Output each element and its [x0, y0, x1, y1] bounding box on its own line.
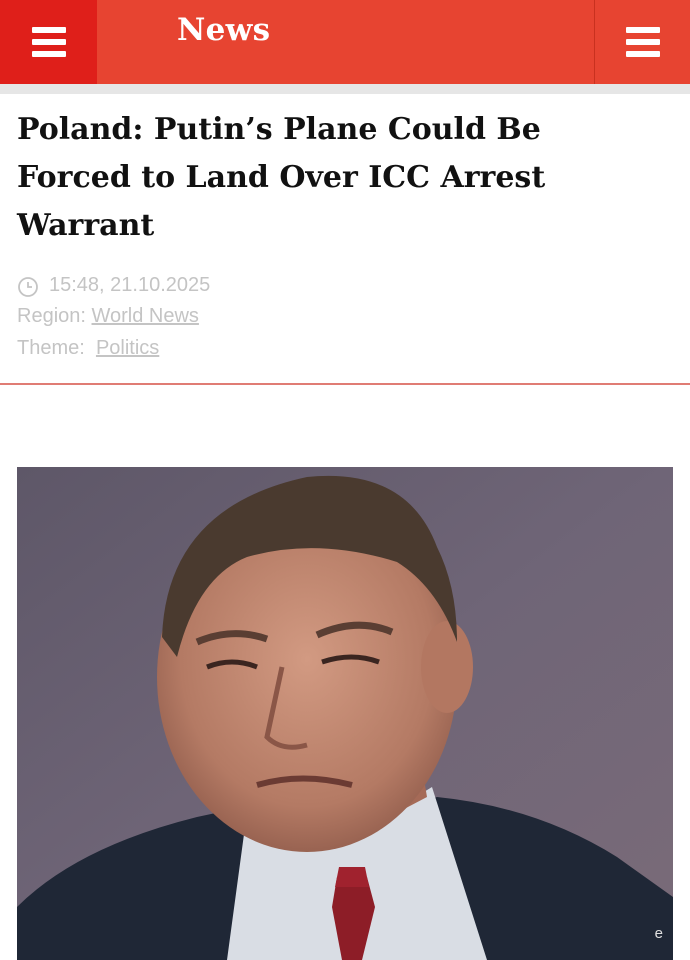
header-separator	[0, 84, 690, 94]
article-title: Poland: Putin’s Plane Could Be Forced to…	[17, 112, 546, 243]
left-menu-button[interactable]	[0, 0, 97, 84]
hamburger-menu-icon	[31, 27, 66, 57]
region-link[interactable]: World News	[92, 305, 199, 327]
article-photo: e	[17, 467, 673, 960]
photo-watermark: e	[654, 925, 663, 942]
theme-label: Theme:	[17, 337, 85, 359]
top-bar: News	[0, 0, 690, 84]
article-timestamp: 15:48, 21.10.2025	[49, 274, 211, 296]
right-menu-button[interactable]	[594, 0, 690, 84]
site-brand[interactable]: News	[177, 12, 270, 48]
section-divider	[0, 383, 690, 385]
clock-icon	[18, 277, 38, 297]
hamburger-menu-icon	[625, 27, 660, 57]
region-label: Region:	[17, 305, 86, 327]
portrait-photo	[17, 467, 673, 960]
theme-link[interactable]: Politics	[96, 337, 159, 359]
article-theme-row: Theme: Politics	[17, 336, 159, 360]
article-region-row: Region: World News	[17, 304, 199, 328]
article-timestamp-row: 15:48, 21.10.2025	[17, 272, 210, 298]
